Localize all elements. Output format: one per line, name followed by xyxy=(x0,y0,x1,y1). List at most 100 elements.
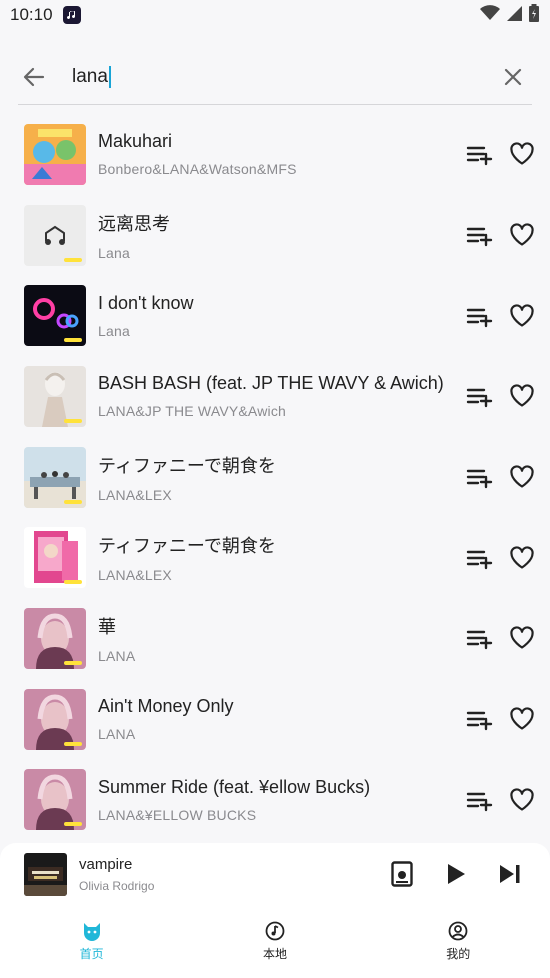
favorite-button[interactable] xyxy=(506,138,538,170)
song-row[interactable]: ティファニーで朝食を LANA&LEX xyxy=(0,437,550,518)
next-button[interactable] xyxy=(494,858,526,890)
speaker-box-icon xyxy=(391,861,413,887)
heart-icon xyxy=(510,626,534,650)
song-row[interactable]: 華 LANA xyxy=(0,598,550,679)
song-artist: Lana xyxy=(98,244,130,261)
song-row[interactable]: Summer Ride (feat. ¥ellow Bucks) LANA&¥E… xyxy=(0,760,550,841)
song-row[interactable]: Makuhari Bonbero&LANA&Watson&MFS xyxy=(0,114,550,195)
now-playing-title: vampire xyxy=(79,855,133,873)
playlist-add-icon xyxy=(466,227,493,247)
song-title: I don't know xyxy=(98,292,194,313)
song-row[interactable]: 远离思考 Lana xyxy=(0,195,550,276)
arrow-left-icon xyxy=(23,67,45,87)
playlist-add-icon xyxy=(466,550,493,569)
app-notification-icon xyxy=(62,6,81,24)
heart-icon xyxy=(510,788,534,811)
search-input[interactable]: lana xyxy=(72,66,494,88)
add-to-playlist-button[interactable] xyxy=(464,300,496,332)
song-title: Ain't Money Only xyxy=(98,696,234,717)
heart-icon xyxy=(510,384,534,408)
lyrics-button[interactable] xyxy=(386,858,418,890)
song-row[interactable]: I don't know Lana xyxy=(0,275,550,356)
vip-badge xyxy=(64,338,82,343)
album-cover xyxy=(24,285,86,347)
song-artist: Bonbero&LANA&Watson&MFS xyxy=(98,161,297,178)
skip-next-icon xyxy=(500,865,520,883)
heart-icon xyxy=(510,707,534,730)
favorite-button[interactable] xyxy=(506,380,538,412)
nav-label: 我的 xyxy=(446,947,471,961)
playlist-add-icon xyxy=(466,308,493,327)
song-artist: LANA&LEX xyxy=(98,567,172,584)
playlist-add-icon xyxy=(466,631,493,650)
album-cover xyxy=(24,688,86,750)
add-to-playlist-button[interactable] xyxy=(464,461,496,493)
play-button[interactable] xyxy=(440,858,472,890)
song-row[interactable]: Ain't Money Only LANA xyxy=(0,679,550,760)
cat-icon xyxy=(83,923,100,941)
song-row[interactable]: ティファニーで朝食を LANA&LEX xyxy=(0,517,550,598)
battery-icon xyxy=(528,3,540,27)
favorite-button[interactable] xyxy=(506,542,538,574)
vip-badge xyxy=(64,257,82,262)
favorite-button[interactable] xyxy=(506,219,538,251)
mini-player[interactable]: vampire Olivia Rodrigo xyxy=(0,843,550,905)
nav-item-local[interactable]: 本地 xyxy=(225,921,325,962)
song-artist: LANA&JP THE WAVY&Awich xyxy=(98,403,287,420)
album-cover xyxy=(24,769,86,831)
song-title: Makuhari xyxy=(98,131,173,152)
now-playing-cover xyxy=(24,852,67,896)
heart-icon xyxy=(510,546,534,569)
favorite-button[interactable] xyxy=(506,784,538,816)
song-title: 远离思考 xyxy=(98,213,170,234)
add-to-playlist-button[interactable] xyxy=(464,542,496,574)
favorite-button[interactable] xyxy=(506,300,538,332)
song-title: Summer Ride (feat. ¥ellow Bucks) xyxy=(98,776,371,797)
add-to-playlist-button[interactable] xyxy=(464,703,496,735)
album-cover xyxy=(24,123,86,185)
bottom-nav: 首页 本地 我的 xyxy=(0,905,550,978)
add-to-playlist-button[interactable] xyxy=(464,622,496,654)
playlist-add-icon xyxy=(466,389,493,408)
wifi-icon xyxy=(480,4,500,26)
back-button[interactable] xyxy=(18,58,56,96)
add-to-playlist-button[interactable] xyxy=(464,138,496,170)
nav-label: 首页 xyxy=(79,947,104,961)
album-cover xyxy=(24,446,86,508)
playlist-add-icon xyxy=(466,711,493,731)
song-artist: LANA xyxy=(98,647,136,664)
favorite-button[interactable] xyxy=(506,703,538,735)
album-cover xyxy=(24,365,86,427)
signal-icon xyxy=(506,5,522,26)
song-title: ティファニーで朝食を xyxy=(98,455,276,476)
song-title: 華 xyxy=(98,616,116,637)
clear-button[interactable] xyxy=(494,58,532,96)
status-time: 10:10 xyxy=(10,5,53,24)
add-to-playlist-button[interactable] xyxy=(464,219,496,251)
heart-icon xyxy=(510,142,534,165)
song-title: ティファニーで朝食を xyxy=(98,536,276,557)
search-query: lana xyxy=(72,66,108,87)
now-playing-artist: Olivia Rodrigo xyxy=(79,878,155,893)
add-to-playlist-button[interactable] xyxy=(464,380,496,412)
playlist-add-icon xyxy=(466,469,493,489)
playlist-add-icon xyxy=(466,792,493,812)
nav-item-home[interactable]: 首页 xyxy=(42,921,142,962)
nav-item-mine[interactable]: 我的 xyxy=(408,921,508,962)
album-cover xyxy=(24,204,86,266)
album-cover xyxy=(24,607,86,669)
vip-badge xyxy=(64,499,82,504)
vip-badge xyxy=(64,418,82,423)
song-row[interactable]: BASH BASH (feat. JP THE WAVY & Awich) LA… xyxy=(0,356,550,437)
vip-badge xyxy=(64,822,82,827)
search-bar: lana xyxy=(18,50,532,105)
favorite-button[interactable] xyxy=(506,461,538,493)
nav-label: 本地 xyxy=(262,947,287,961)
text-caret xyxy=(108,66,111,88)
favorite-button[interactable] xyxy=(506,622,538,654)
song-artist: LANA&¥ELLOW BUCKS xyxy=(98,806,257,823)
add-to-playlist-button[interactable] xyxy=(464,784,496,816)
song-artist: LANA xyxy=(98,726,136,743)
play-icon xyxy=(448,864,465,884)
vip-badge xyxy=(64,660,82,665)
